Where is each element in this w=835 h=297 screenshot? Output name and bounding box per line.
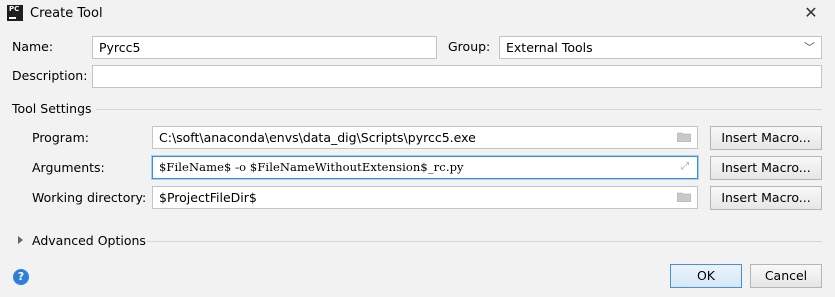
program-insert-macro-button[interactable]: Insert Macro... bbox=[710, 126, 822, 150]
description-input[interactable] bbox=[92, 65, 822, 88]
arguments-value: $FileName$ -o $FileNameWithoutExtension$… bbox=[159, 160, 464, 174]
working-directory-insert-macro-button[interactable]: Insert Macro... bbox=[710, 186, 822, 210]
advanced-divider bbox=[147, 241, 822, 242]
advanced-options-toggle[interactable]: Advanced Options bbox=[32, 233, 146, 248]
program-label: Program: bbox=[32, 130, 89, 145]
ok-button[interactable]: OK bbox=[670, 264, 742, 288]
dialog-title: Create Tool bbox=[30, 6, 103, 21]
help-icon[interactable]: ? bbox=[13, 269, 29, 285]
close-icon[interactable]: ✕ bbox=[800, 3, 822, 23]
group-select[interactable]: External Tools ﹀ bbox=[499, 36, 822, 59]
arguments-label: Arguments: bbox=[32, 160, 105, 175]
name-input[interactable]: Pyrcc5 bbox=[92, 36, 437, 59]
working-directory-value: $ProjectFileDir$ bbox=[159, 190, 257, 205]
cancel-button[interactable]: Cancel bbox=[750, 264, 822, 288]
expand-arrow-icon[interactable] bbox=[18, 236, 23, 244]
program-value: C:\soft\anaconda\envs\data_dig\Scripts\p… bbox=[159, 130, 476, 145]
title-bar bbox=[0, 0, 835, 28]
program-input[interactable]: C:\soft\anaconda\envs\data_dig\Scripts\p… bbox=[152, 126, 698, 149]
working-directory-label: Working directory: bbox=[32, 190, 147, 205]
expand-icon[interactable]: ⤢ bbox=[681, 161, 689, 172]
arguments-insert-macro-button[interactable]: Insert Macro... bbox=[710, 156, 822, 180]
folder-icon[interactable] bbox=[677, 192, 691, 202]
pycharm-app-icon: PC bbox=[7, 5, 23, 21]
folder-icon[interactable] bbox=[677, 132, 691, 142]
working-directory-input[interactable]: $ProjectFileDir$ bbox=[152, 186, 698, 209]
section-divider bbox=[96, 109, 822, 110]
group-select-value: External Tools bbox=[506, 40, 593, 55]
description-label: Description: bbox=[12, 68, 88, 83]
group-label: Group: bbox=[448, 39, 491, 54]
arguments-input[interactable]: $FileName$ -o $FileNameWithoutExtension$… bbox=[152, 156, 698, 179]
chevron-down-icon: ﹀ bbox=[804, 41, 815, 54]
name-label: Name: bbox=[12, 39, 54, 54]
app-icon-text: PC bbox=[9, 5, 20, 13]
tool-settings-title: Tool Settings bbox=[12, 101, 92, 116]
